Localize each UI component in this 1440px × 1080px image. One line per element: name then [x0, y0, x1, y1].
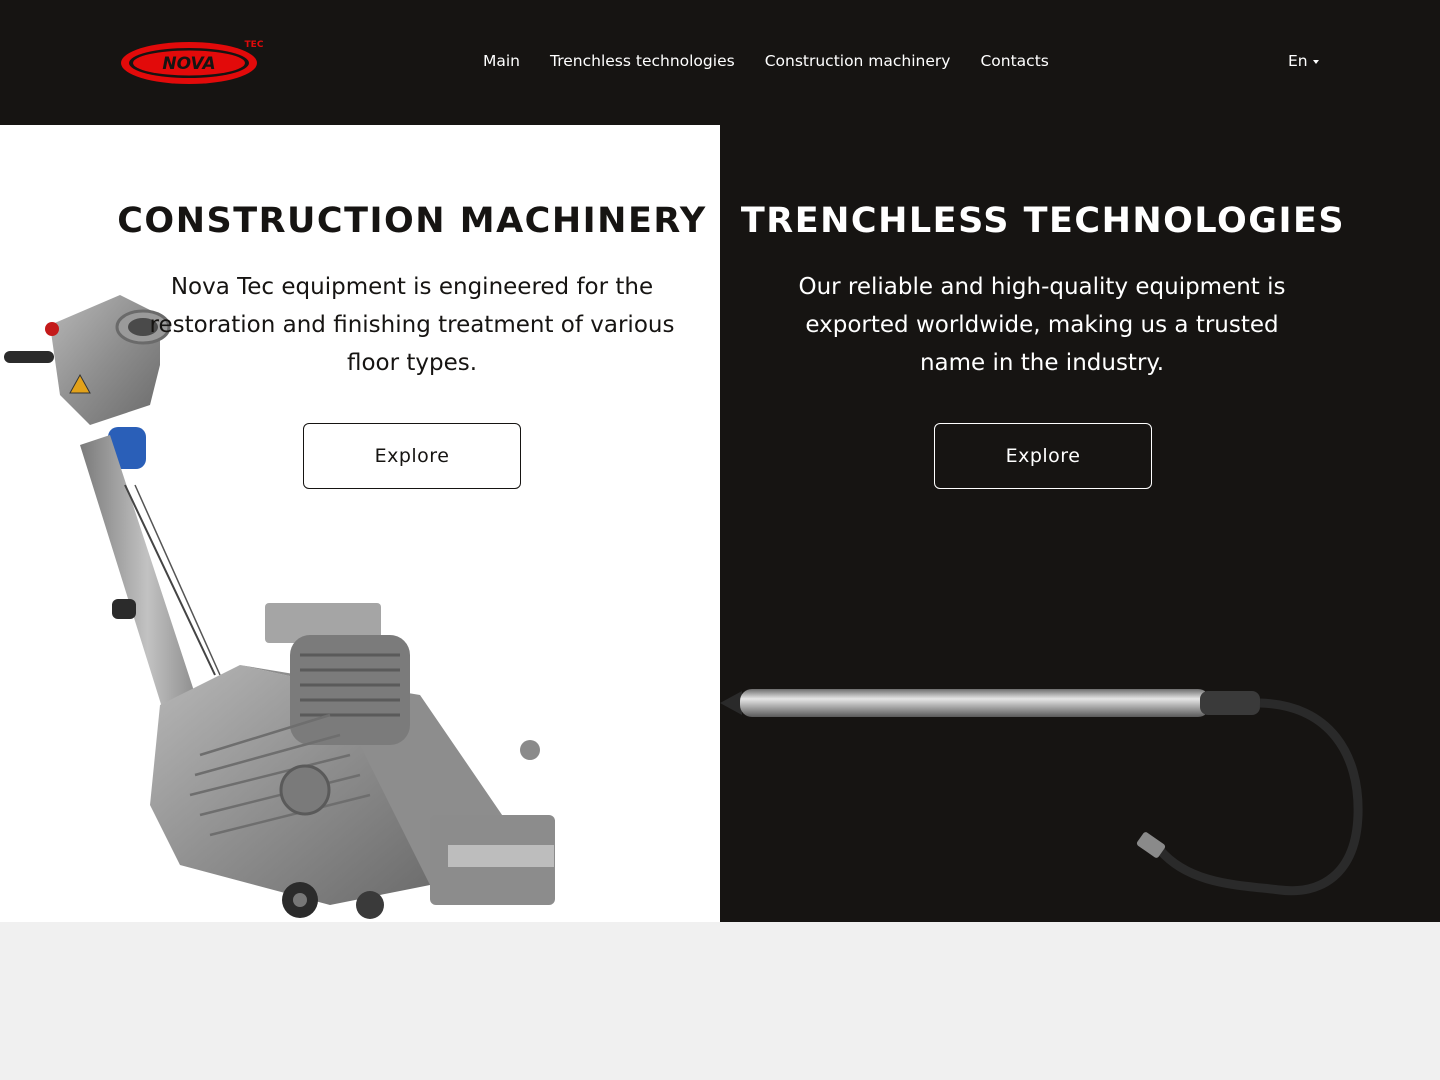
explore-construction-machinery-button[interactable]: Explore — [303, 423, 521, 489]
nav-contacts[interactable]: Contacts — [980, 52, 1048, 70]
logo-wordmark: NOVA — [162, 54, 215, 74]
chevron-down-icon — [1312, 60, 1319, 64]
section-description: Our reliable and high-quality equipment … — [798, 274, 1286, 376]
nav-main[interactable]: Main — [483, 52, 520, 70]
main-nav: Main Trenchless technologies Constructio… — [483, 52, 1049, 70]
page-background — [0, 922, 1440, 1080]
trenchless-technologies-section: TRENCHLESS TECHNOLOGIES Our reliable and… — [720, 125, 1440, 922]
section-description: Nova Tec equipment is engineered for the… — [149, 274, 675, 376]
explore-trenchless-technologies-button[interactable]: Explore — [934, 423, 1152, 489]
nav-construction-machinery[interactable]: Construction machinery — [765, 52, 951, 70]
piercing-tool-image — [720, 689, 1363, 896]
nav-trenchless-technologies[interactable]: Trenchless technologies — [550, 52, 735, 70]
language-label: En — [1288, 52, 1308, 70]
logo-superscript: TEC — [245, 40, 264, 50]
site-header: NOVA TEC Main Trenchless technologies Co… — [0, 0, 1440, 125]
logo-graphic: NOVA TEC — [121, 40, 264, 84]
nova-tec-logo[interactable]: NOVA TEC — [118, 38, 268, 88]
language-selector[interactable]: En — [1288, 52, 1319, 70]
section-title: CONSTRUCTION MACHINERY — [117, 201, 707, 241]
construction-machinery-section: CONSTRUCTION MACHINERY Nova Tec equipmen… — [0, 125, 720, 922]
section-title: TRENCHLESS TECHNOLOGIES — [740, 201, 1346, 241]
